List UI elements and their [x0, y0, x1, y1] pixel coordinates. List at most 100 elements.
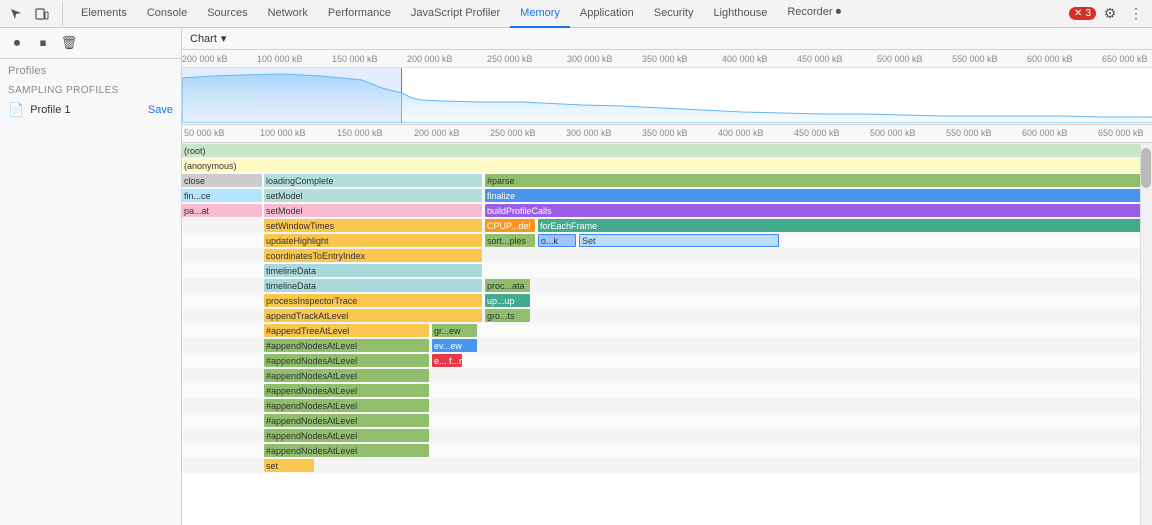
flame-bar-nodes8[interactable]: #appendNodesAtLevel	[264, 444, 429, 457]
stop-button[interactable]: ⏹	[32, 32, 54, 54]
save-profile-button[interactable]: Save	[148, 104, 173, 116]
flame-bar-loading[interactable]: loadingComplete	[264, 174, 482, 187]
flame-bar-nodes6[interactable]: #appendNodesAtLevel	[264, 414, 429, 427]
ruler-tick: 150 000 kB	[332, 54, 378, 64]
flame-bar-ef[interactable]: e... f...r	[432, 354, 462, 367]
detail-tick: 500 000 kB	[870, 128, 916, 138]
flame-bar-timeline2[interactable]: timelineData	[264, 279, 482, 292]
ruler-tick: 600 000 kB	[1027, 54, 1073, 64]
tab-elements[interactable]: Elements	[71, 0, 137, 28]
tab-memory[interactable]: Memory	[510, 0, 570, 28]
flame-row: setWindowTimes CPUP...del forEachFrame	[182, 218, 1152, 233]
flame-row: timelineData	[182, 263, 1152, 278]
profile-icon: 📄	[8, 102, 24, 118]
flame-bar-gro[interactable]: gro...ts	[485, 309, 530, 322]
profile-label: Profile 1	[30, 104, 142, 116]
flame-bar-nodes1[interactable]: #appendNodesAtLevel	[264, 339, 429, 352]
flame-row: #appendNodesAtLevel ev...ew	[182, 338, 1152, 353]
devtools-icon-group	[4, 2, 63, 26]
ruler-tick: 250 000 kB	[487, 54, 533, 64]
chart-dropdown[interactable]: Chart ▾	[190, 32, 226, 45]
detail-tick: 350 000 kB	[642, 128, 688, 138]
flame-bar-appendtree[interactable]: #appendTreeAtLevel	[264, 324, 429, 337]
ruler-tick: 350 000 kB	[642, 54, 688, 64]
flame-bar-timeline1[interactable]: timelineData	[264, 264, 482, 277]
flame-bar-close-prefix[interactable]: close	[182, 174, 262, 187]
tab-recorder[interactable]: Recorder ⏺	[777, 0, 851, 28]
flame-bar-nodes4[interactable]: #appendNodesAtLevel	[264, 384, 429, 397]
chart-select-bar: Chart ▾	[182, 28, 1152, 50]
flame-bar-evew[interactable]: ev...ew	[432, 339, 477, 352]
right-panel: Chart ▾ 200 000 kB 100 000 kB 150 000 kB…	[182, 28, 1152, 525]
detail-tick: 50 000 kB	[184, 128, 225, 138]
flame-bar-set[interactable]: Set	[579, 234, 779, 247]
tab-js-profiler[interactable]: JavaScript Profiler	[401, 0, 510, 28]
tab-right-icons: ✕ 3 ⚙ ⋮	[1069, 2, 1148, 26]
tab-lighthouse[interactable]: Lighthouse	[703, 0, 777, 28]
flame-bar-nodes7[interactable]: #appendNodesAtLevel	[264, 429, 429, 442]
flame-bar-grew[interactable]: gr...ew	[432, 324, 477, 337]
tab-console[interactable]: Console	[137, 0, 197, 28]
flame-bar-buildprofile[interactable]: buildProfileCalls	[485, 204, 1152, 217]
flame-row: #appendTreeAtLevel gr...ew	[182, 323, 1152, 338]
flame-bar-setwindow[interactable]: setWindowTimes	[264, 219, 482, 232]
tab-application[interactable]: Application	[570, 0, 644, 28]
ruler-tick: 650 000 kB	[1102, 54, 1148, 64]
flame-bar-coordinates[interactable]: coordinatesToEntryIndex	[264, 249, 482, 262]
flame-bar-setmodel1[interactable]: setModel	[264, 189, 482, 202]
flame-bar-fin-prefix[interactable]: fin...ce	[182, 189, 262, 202]
flame-row: #appendNodesAtLevel	[182, 383, 1152, 398]
flame-bar-cpup[interactable]: CPUP...del	[485, 219, 535, 232]
flame-bar-appendtrack[interactable]: appendTrackAtLevel	[264, 309, 482, 322]
flame-scroll-area[interactable]: (root) (anonymous) close loadingComplete…	[182, 143, 1152, 525]
flame-bar-process[interactable]: processInspectorTrace	[264, 294, 482, 307]
ruler-tick: 300 000 kB	[567, 54, 613, 64]
tab-sources[interactable]: Sources	[197, 0, 257, 28]
ruler-tick: 400 000 kB	[722, 54, 768, 64]
detail-tick: 400 000 kB	[718, 128, 764, 138]
detail-tick: 250 000 kB	[490, 128, 536, 138]
inspect-icon[interactable]	[4, 2, 28, 26]
devtools-tab-bar: Elements Console Sources Network Perform…	[0, 0, 1152, 28]
flame-row: (anonymous)	[182, 158, 1152, 173]
flame-row: set	[182, 458, 1152, 473]
flame-bar-setmodel2[interactable]: setModel	[264, 204, 482, 217]
flame-bar-pa-prefix[interactable]: pa...at	[182, 204, 262, 217]
detail-tick: 100 000 kB	[260, 128, 306, 138]
detail-tick: 450 000 kB	[794, 128, 840, 138]
device-icon[interactable]	[30, 2, 54, 26]
flame-bar-root[interactable]: (root)	[182, 144, 1152, 157]
flame-bar-updatehighlight[interactable]: updateHighlight	[264, 234, 482, 247]
scrollbar-thumb[interactable]	[1141, 148, 1151, 188]
flame-bar-nodes3[interactable]: #appendNodesAtLevel	[264, 369, 429, 382]
main-container: ⏺ ⏹ 🗑 Profiles SAMPLING PROFILES 📄 Profi…	[0, 28, 1152, 525]
flame-bar-sort[interactable]: sort...ples	[485, 234, 535, 247]
record-button[interactable]: ⏺	[6, 32, 28, 54]
overview-chart[interactable]	[182, 68, 1152, 123]
tab-network[interactable]: Network	[258, 0, 318, 28]
tab-performance[interactable]: Performance	[318, 0, 401, 28]
flame-bar-set-fn[interactable]: set	[264, 459, 314, 472]
flame-bar-proc[interactable]: proc...ata	[485, 279, 530, 292]
flame-bar-parse[interactable]: #parse	[485, 174, 1152, 187]
flame-bar-foreach[interactable]: forEachFrame	[538, 219, 1152, 232]
flame-row: #appendNodesAtLevel	[182, 443, 1152, 458]
flame-bar-finalize[interactable]: finalize	[485, 189, 1152, 202]
flame-bar-anon[interactable]: (anonymous)	[182, 159, 1152, 172]
detail-tick: 300 000 kB	[566, 128, 612, 138]
clear-button[interactable]: 🗑	[58, 32, 80, 54]
flame-bar-up[interactable]: up...up	[485, 294, 530, 307]
flame-bar-nodes2[interactable]: #appendNodesAtLevel	[264, 354, 429, 367]
scrollbar-vertical[interactable]	[1140, 143, 1152, 525]
overview-area[interactable]: 200 000 kB 100 000 kB 150 000 kB 200 000…	[182, 50, 1152, 125]
overview-ruler: 200 000 kB 100 000 kB 150 000 kB 200 000…	[182, 50, 1152, 68]
detail-tick: 550 000 kB	[946, 128, 992, 138]
settings-icon[interactable]: ⚙	[1098, 2, 1122, 26]
more-icon[interactable]: ⋮	[1124, 2, 1148, 26]
flame-bar-ok[interactable]: o...k	[538, 234, 576, 247]
error-badge: ✕ 3	[1069, 7, 1096, 20]
profile-item[interactable]: 📄 Profile 1 Save	[0, 98, 181, 122]
tab-security[interactable]: Security	[644, 0, 704, 28]
chart-select-arrow: ▾	[221, 32, 227, 45]
flame-bar-nodes5[interactable]: #appendNodesAtLevel	[264, 399, 429, 412]
